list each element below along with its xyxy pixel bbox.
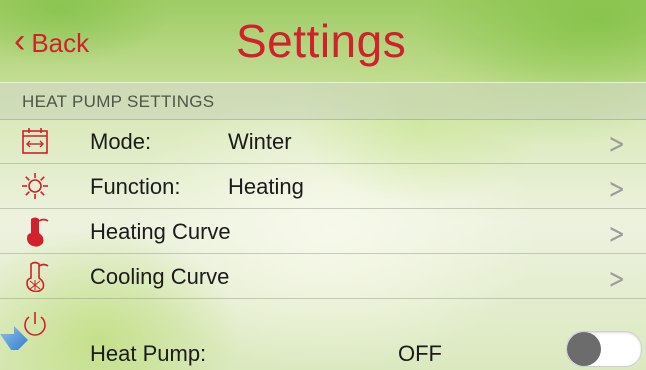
function-label: Function: (90, 174, 181, 199)
chevron-right-icon: > (608, 127, 625, 160)
chevron-left-icon: ‹ (14, 22, 26, 60)
cooling-curve-label: Cooling Curve (90, 264, 230, 289)
settings-screen: ‹ Back Settings HEAT PUMP SETTINGS Mode:… (0, 0, 646, 370)
heat-pump-label: Heat Pump: (90, 341, 207, 366)
heat-pump-toggle[interactable] (566, 331, 642, 367)
heat-pump-status: OFF (398, 341, 442, 366)
section-header: HEAT PUMP SETTINGS (0, 82, 646, 120)
heating-curve-row[interactable]: Heating Curve > (0, 209, 646, 254)
function-value: Heating (228, 174, 304, 199)
cooling-curve-row[interactable]: Cooling Curve > (0, 254, 646, 299)
mode-row[interactable]: Mode: Winter > (0, 119, 646, 164)
calendar-range-icon (22, 128, 48, 154)
sun-icon (22, 173, 48, 199)
pointer-arrow-icon (0, 326, 28, 350)
chevron-right-icon: > (608, 262, 625, 295)
toggle-knob (567, 332, 601, 366)
back-button[interactable]: ‹ Back (14, 23, 89, 63)
thermometer-cold-icon (26, 261, 49, 292)
mode-label: Mode: (90, 129, 152, 154)
function-row[interactable]: Function: Heating > (0, 164, 646, 209)
back-label: Back (31, 27, 90, 58)
mode-value: Winter (228, 129, 292, 154)
thermometer-hot-icon (27, 217, 49, 247)
heating-curve-label: Heating Curve (90, 219, 231, 244)
heat-pump-row: Heat Pump: OFF (0, 299, 646, 370)
page-title: Settings (236, 15, 407, 67)
chevron-right-icon: > (608, 217, 625, 250)
header-bar: ‹ Back Settings (0, 0, 646, 82)
chevron-right-icon: > (608, 172, 625, 205)
section-label: HEAT PUMP SETTINGS (22, 92, 215, 111)
